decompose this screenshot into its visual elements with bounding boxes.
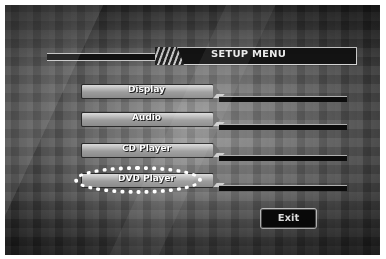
page-title: SETUP MENU xyxy=(211,49,287,60)
menu-item-underline xyxy=(219,185,347,191)
menu-item-underline xyxy=(219,96,347,102)
menu-item-underline xyxy=(219,155,347,161)
menu-item-audio[interactable]: Audio xyxy=(81,112,347,130)
menu-item-label: CD Player xyxy=(121,144,172,154)
menu-item-label: Audio xyxy=(131,113,162,123)
setup-screen: SETUP MENU Display Audio CD Player DVD P… xyxy=(5,5,380,255)
screenshot-frame: SETUP MENU Display Audio CD Player DVD P… xyxy=(0,0,386,259)
exit-button[interactable]: Exit xyxy=(260,208,317,229)
menu-item-cd-player[interactable]: CD Player xyxy=(81,143,347,161)
setup-menu-header: SETUP MENU xyxy=(47,47,357,65)
menu-item-label: Display xyxy=(127,85,166,95)
menu-item-display[interactable]: Display xyxy=(81,84,347,102)
menu-item-underline xyxy=(219,124,347,130)
dvd-player-highlight-oval xyxy=(74,166,202,194)
header-left-bar xyxy=(47,53,157,61)
